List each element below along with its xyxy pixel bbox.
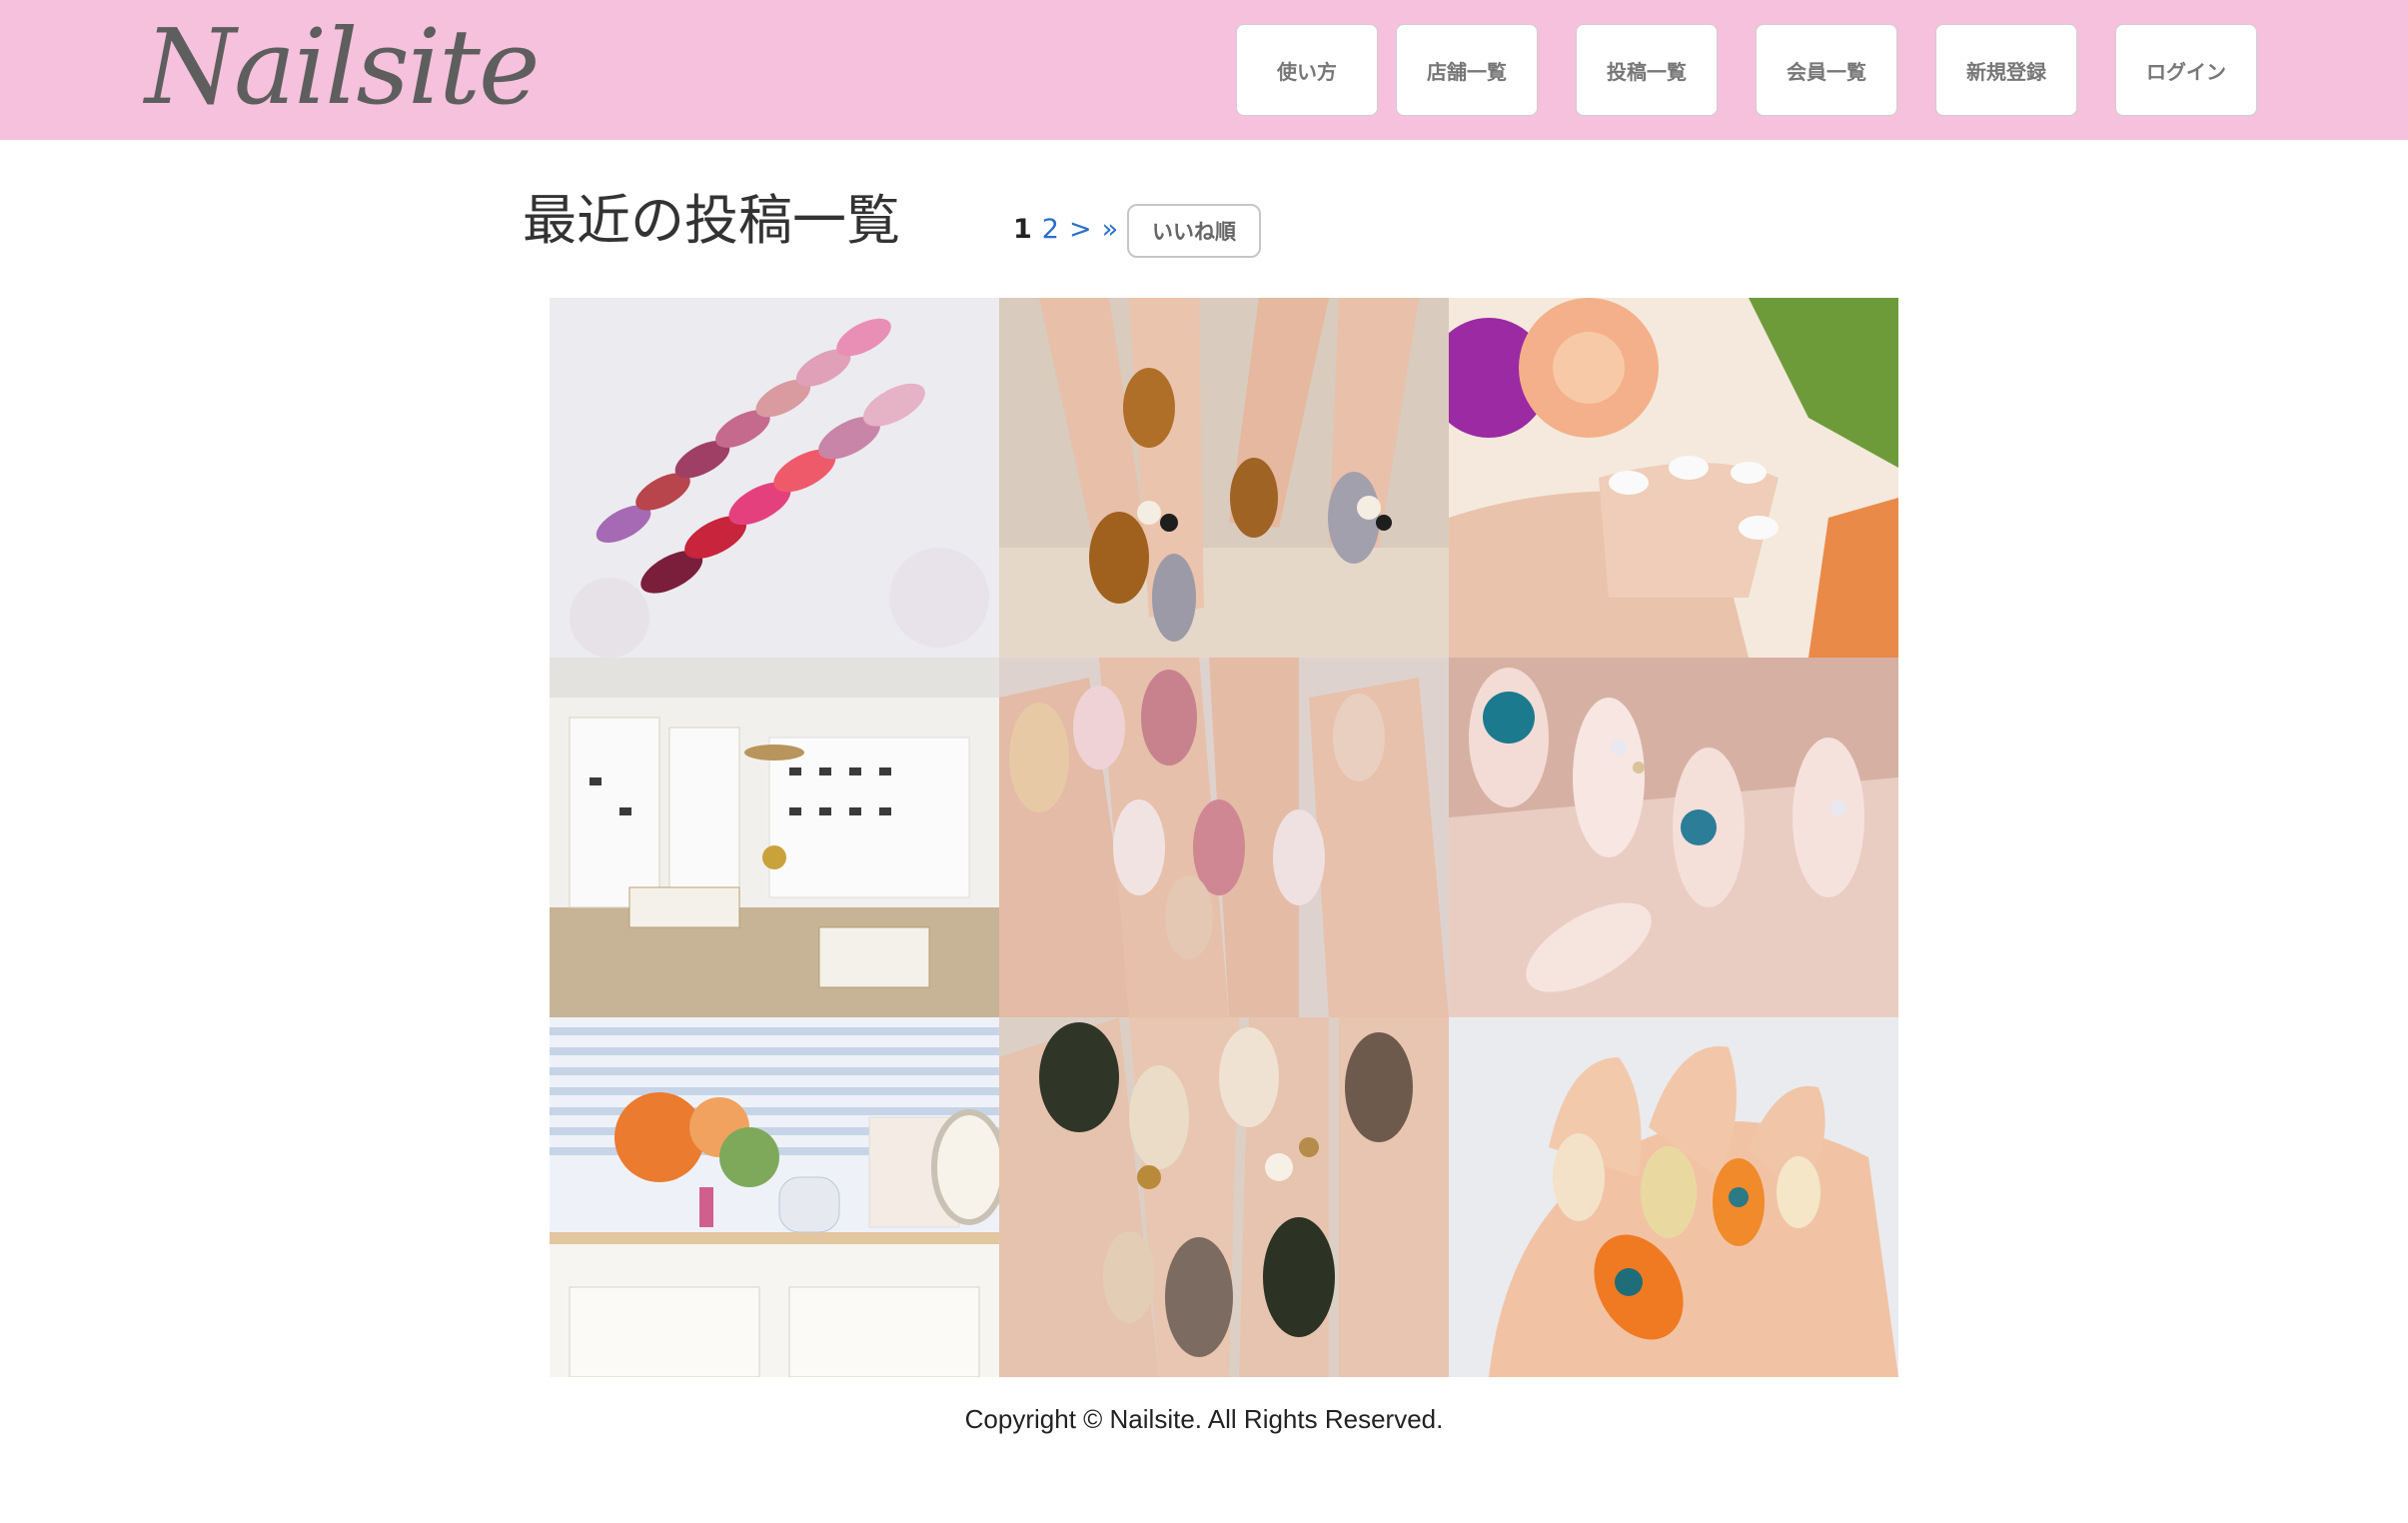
post-thumbnail-nail-color-samples[interactable] [550,298,999,658]
page-title: 最近の投稿一覧 [523,189,900,252]
post-thumbnail-salon-counter-flowers[interactable] [550,1017,999,1377]
salon-counter-image [550,1017,999,1377]
pink-glitter-nails-image [999,658,1449,1017]
french-nails-image [1449,298,1898,658]
page-link-2[interactable]: 2 [1042,210,1059,250]
site-logo[interactable]: Nailsite [145,2,540,132]
tortoiseshell-nails-image [999,298,1449,658]
orange-marble-nails-image [1449,1017,1898,1377]
nav-shop-list-button[interactable]: 店舗一覧 [1396,24,1538,116]
post-thumbnail-french-nails-flowers[interactable] [1449,298,1898,658]
post-thumbnail-clear-nails-stones[interactable] [1449,658,1898,1017]
page-next-link[interactable]: > [1069,210,1092,250]
nav-member-list-button[interactable]: 会員一覧 [1756,24,1897,116]
nail-samples-image [550,298,999,658]
post-grid [550,298,1898,1377]
post-thumbnail-orange-marble-nails[interactable] [1449,1017,1898,1377]
nav-post-list-button[interactable]: 投稿一覧 [1576,24,1718,116]
nav-signup-button[interactable]: 新規登録 [1935,24,2077,116]
salon-interior-image [550,658,999,1017]
copyright-text: Copyright © Nailsite. All Rights Reserve… [964,1404,1444,1434]
pagination: 1 2 > » [1013,210,1118,250]
site-header: Nailsite 使い方 店舗一覧 投稿一覧 会員一覧 新規登録 ログイン [0,0,2408,140]
post-thumbnail-salon-interior[interactable] [550,658,999,1017]
clear-nails-image [1449,658,1898,1017]
nav-how-to-use-button[interactable]: 使い方 [1236,24,1378,116]
page-last-link[interactable]: » [1102,210,1119,250]
sort-by-likes-button[interactable]: いいね順 [1127,204,1261,258]
page-current: 1 [1013,214,1032,245]
tweed-nails-image [999,1017,1449,1377]
post-thumbnail-pink-glitter-nails[interactable] [999,658,1449,1017]
post-thumbnail-tortoiseshell-nails[interactable] [999,298,1449,658]
post-thumbnail-tweed-nails[interactable] [999,1017,1449,1377]
nav-login-button[interactable]: ログイン [2115,24,2257,116]
